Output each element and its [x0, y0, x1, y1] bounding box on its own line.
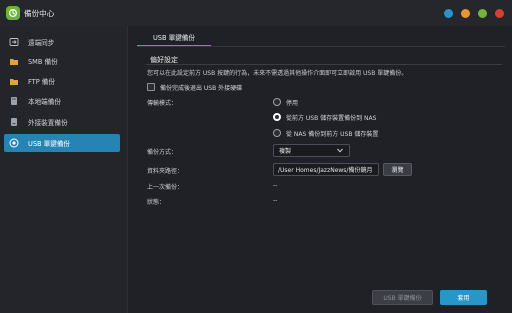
usb-backup-icon [8, 137, 20, 149]
sidebar-item-usb-backup[interactable]: USB 單鍵備份 [4, 134, 120, 152]
chevron-down-icon [337, 148, 343, 155]
folder-path-input[interactable] [273, 163, 379, 176]
backup-method-select[interactable]: 複製 [273, 144, 350, 157]
external-device-icon [8, 116, 20, 128]
sync-icon [8, 36, 20, 48]
sidebar-item-label: SMB 備份 [28, 58, 58, 66]
window-control-orange[interactable] [461, 9, 470, 18]
ftp-backup-icon [8, 75, 20, 87]
sidebar-item-local-backup[interactable]: 本地端備份 [4, 92, 120, 110]
section-divider [146, 64, 502, 65]
sidebar-item-label: FTP 備份 [28, 78, 55, 86]
radio-nas-to-usb[interactable] [273, 129, 281, 137]
tab-usb-backup[interactable]: USB 單鍵備份 [137, 29, 211, 45]
sidebar-item-label: 遠端同步 [28, 39, 55, 47]
sidebar: 遠端同步 SMB 備份 FTP 備份 本地端備份 外接裝置備份 USB 單鍵備份 [0, 26, 128, 313]
title-bar: 備份中心 [0, 0, 512, 26]
radio-disable[interactable] [273, 98, 281, 106]
radio-nas-to-usb-label: 從 NAS 備份到前方 USB 儲存裝置 [286, 131, 379, 138]
window-control-blue[interactable] [444, 9, 453, 18]
radio-usb-to-nas[interactable] [273, 113, 281, 121]
backup-method-label: 備份方式： [147, 149, 178, 156]
sidebar-item-remote-sync[interactable]: 遠端同步 [4, 33, 120, 51]
usb-backup-button[interactable]: USB 單鍵備份 [372, 290, 433, 305]
window-control-red[interactable] [495, 9, 504, 18]
smb-backup-icon [8, 55, 20, 67]
eject-after-backup-checkbox[interactable] [147, 83, 155, 91]
backup-method-value: 複製 [279, 148, 292, 155]
folder-path-label: 資料夾路徑： [147, 168, 184, 175]
sidebar-item-label: 本地端備份 [28, 98, 61, 106]
transfer-mode-label: 傳輸模式： [147, 100, 178, 107]
apply-button[interactable]: 套用 [440, 290, 487, 305]
eject-after-backup-label: 備份完成後退出 USB 外接硬碟 [160, 85, 243, 92]
sidebar-item-smb-backup[interactable]: SMB 備份 [4, 52, 120, 70]
radio-disable-label: 停用 [286, 100, 299, 107]
status-value: -- [273, 197, 278, 204]
backup-center-app-icon [6, 6, 20, 20]
window-control-green[interactable] [478, 9, 487, 18]
last-backup-value: -- [273, 182, 278, 189]
sidebar-item-label: 外接裝置備份 [28, 119, 68, 127]
radio-usb-to-nas-label: 從前方 USB 儲存裝置備份到 NAS [286, 115, 377, 122]
tab-divider [137, 46, 505, 47]
sidebar-item-ftp-backup[interactable]: FTP 備份 [4, 72, 120, 90]
window-title: 備份中心 [24, 9, 55, 18]
status-label: 狀態： [147, 199, 166, 206]
sidebar-item-external-device[interactable]: 外接裝置備份 [4, 113, 120, 131]
last-backup-label: 上一次備份： [147, 184, 184, 191]
browse-button[interactable]: 瀏覽 [383, 163, 412, 176]
sidebar-item-label: USB 單鍵備份 [28, 140, 71, 148]
local-backup-icon [8, 95, 20, 107]
section-description: 您可以在此設定前方 USB 按鍵的行為，未來不需透過其他操作介面即可立即啟用 U… [147, 70, 408, 77]
